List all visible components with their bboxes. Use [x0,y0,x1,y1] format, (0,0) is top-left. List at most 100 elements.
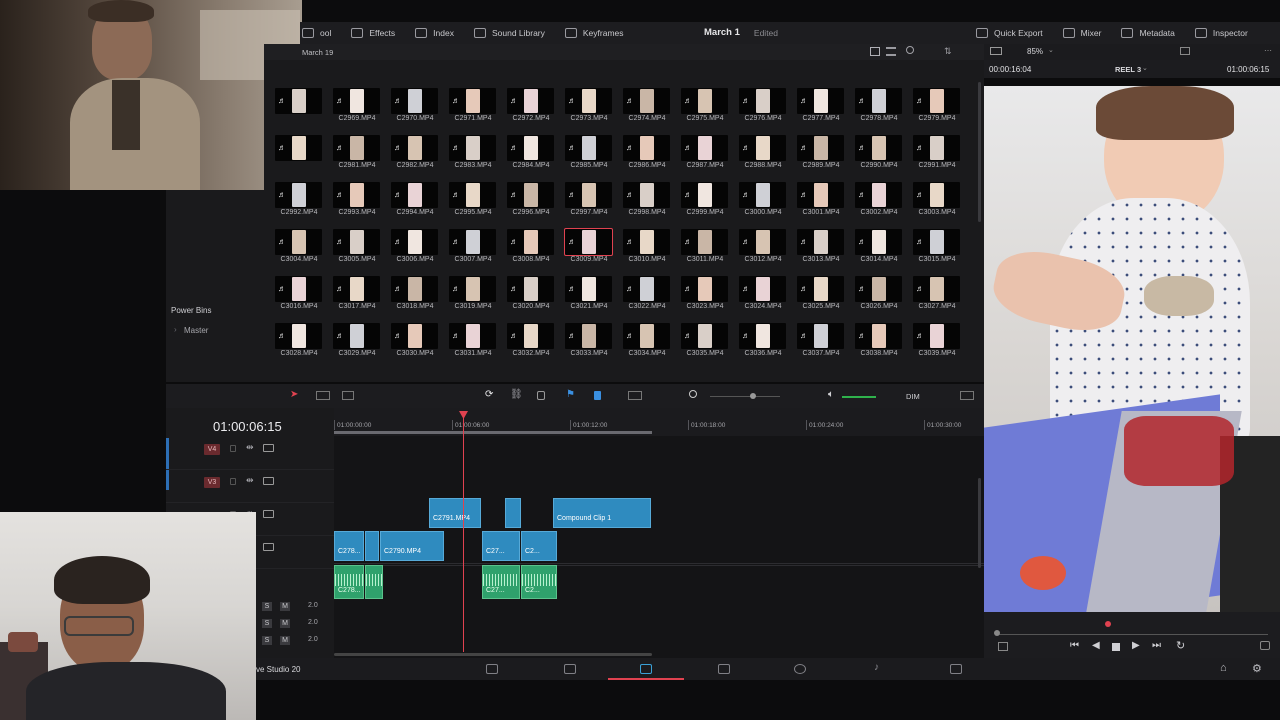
crop-icon[interactable] [998,642,1008,651]
list-view-icon[interactable] [886,47,896,56]
media-clip[interactable]: ♬ C3031.MP4 [446,322,500,366]
media-clip[interactable]: ♬ [272,134,326,178]
timeline-scrollbar[interactable] [334,653,652,656]
media-clip[interactable]: ♬ C2990.MP4 [852,134,906,178]
toolbar-inspector-button[interactable]: Inspector [1194,28,1248,38]
media-clip[interactable]: ♬ C3004.MP4 [272,228,326,272]
selection-tool-icon[interactable]: ➤ [290,389,298,400]
chevron-down-icon[interactable]: ⌄ [1048,46,1054,54]
media-clip[interactable]: ♬ C2970.MP4 [388,87,442,131]
media-clip[interactable]: ♬ C3027.MP4 [910,275,964,319]
stop-icon[interactable] [1112,643,1120,651]
zoom-slider[interactable] [710,396,780,397]
toolbar-keyframes-button[interactable]: Keyframes [564,28,624,38]
media-clip[interactable]: ♬ C3017.MP4 [330,275,384,319]
auto-track-icon[interactable]: ⇹ [246,442,254,453]
flag-icon[interactable]: ⚑ [566,389,575,400]
track-monitor-icon[interactable] [263,477,274,485]
toolbar-metadata-button[interactable]: Metadata [1121,28,1175,38]
timeline-audio-clip[interactable] [365,565,383,599]
timeline-audio-clip[interactable]: C2... [521,565,557,599]
media-clip[interactable]: ♬ C2993.MP4 [330,181,384,225]
toolbar-media-pool-button[interactable]: ool [302,28,331,38]
panel-toggle-icon[interactable] [960,391,974,400]
media-clip[interactable]: ♬ C2991.MP4 [910,134,964,178]
timeline-video-clip[interactable] [365,531,379,561]
toolbar-mixer-button[interactable]: Mixer [1062,28,1101,38]
timeline-video-clip[interactable]: C2791.MP4 [429,498,481,528]
media-clip[interactable]: ♬ C3025.MP4 [794,275,848,319]
reel-selector[interactable]: REEL 3 [1115,65,1141,74]
media-clip[interactable]: ♬ C3006.MP4 [388,228,442,272]
timeline-video-clip[interactable]: C2790.MP4 [380,531,444,561]
media-clip[interactable]: ♬ C2969.MP4 [330,87,384,131]
media-clip[interactable]: ♬ C3007.MP4 [446,228,500,272]
thumbnail-view-icon[interactable] [870,47,880,56]
timeline-video-clip[interactable]: C278... [334,531,364,561]
more-options-icon[interactable]: ⋯ [1264,46,1272,55]
media-clip[interactable]: ♬ C2996.MP4 [504,181,558,225]
media-clip[interactable]: ♬ C3034.MP4 [620,322,674,366]
track-monitor-icon[interactable] [263,444,274,452]
media-clip[interactable]: ♬ C2992.MP4 [272,181,326,225]
media-clip[interactable]: ♬ C3002.MP4 [852,181,906,225]
viewer-options-icon[interactable] [1180,47,1190,55]
timeline-video-clip[interactable]: Compound Clip 1 [553,498,651,528]
media-clip[interactable]: ♬ C3026.MP4 [852,275,906,319]
media-clip[interactable]: ♬ C3005.MP4 [330,228,384,272]
track-monitor-icon[interactable] [263,510,274,518]
chevron-right-icon[interactable]: › [174,325,177,334]
media-clip[interactable]: ♬ C2982.MP4 [388,134,442,178]
mute-button[interactable]: M [280,636,290,645]
media-clip[interactable]: ♬ C2999.MP4 [678,181,732,225]
timeline-audio-clip[interactable]: C27... [482,565,520,599]
media-clip[interactable]: ♬ C3020.MP4 [504,275,558,319]
speaker-icon[interactable]: 🔈︎ [828,389,834,400]
toolbar-quick-export-button[interactable]: Quick Export [976,28,1043,38]
media-clip[interactable]: ♬ C3035.MP4 [678,322,732,366]
skip-back-icon[interactable]: ⏮ [1070,640,1079,651]
play-icon[interactable]: ▶ [1132,640,1140,651]
media-clip[interactable]: ♬ C3022.MP4 [620,275,674,319]
media-clip[interactable]: ♬ C2981.MP4 [330,134,384,178]
media-clip[interactable]: ♬ C3009.MP4 [562,228,616,272]
settings-gear-icon[interactable]: ⚙ [1252,662,1262,675]
media-clip[interactable]: ♬ C2971.MP4 [446,87,500,131]
home-icon[interactable]: ⌂ [1220,662,1227,674]
media-clip[interactable]: ♬ C2974.MP4 [620,87,674,131]
media-clip[interactable]: ♬ C2994.MP4 [388,181,442,225]
media-clip[interactable]: ♬ C3016.MP4 [272,275,326,319]
media-page-icon[interactable] [486,664,498,674]
media-clip[interactable]: ♬ C3010.MP4 [620,228,674,272]
chevron-down-icon[interactable]: ⌄ [1142,64,1148,72]
track-header[interactable]: V3 ⇹ [166,471,334,503]
media-clip[interactable]: ♬ C3018.MP4 [388,275,442,319]
media-clip[interactable]: ♬ C3015.MP4 [910,228,964,272]
media-clip[interactable]: ♬ C3011.MP4 [678,228,732,272]
media-clip[interactable]: ♬ C3036.MP4 [736,322,790,366]
media-clip[interactable]: ♬ C2979.MP4 [910,87,964,131]
timeline-audio-clip[interactable]: C278... [334,565,364,599]
media-clip[interactable]: ♬ C3032.MP4 [504,322,558,366]
media-clip[interactable]: ♬ C3029.MP4 [330,322,384,366]
media-clip[interactable]: ♬ C2997.MP4 [562,181,616,225]
trim-tool-icon[interactable] [316,391,330,400]
viewer-image[interactable] [984,86,1280,612]
skip-forward-icon[interactable]: ⏭ [1152,640,1161,651]
media-clip[interactable]: ♬ C2983.MP4 [446,134,500,178]
media-clip[interactable]: ♬ C2975.MP4 [678,87,732,131]
media-clip[interactable]: ♬ C3000.MP4 [736,181,790,225]
media-clip[interactable]: ♬ C3019.MP4 [446,275,500,319]
media-clip[interactable]: ♬ C2985.MP4 [562,134,616,178]
bin-name[interactable]: March 19 [302,48,333,57]
media-clip[interactable]: ♬ C3023.MP4 [678,275,732,319]
blade-tool-icon[interactable] [342,391,354,400]
media-clip[interactable]: ♬ C3012.MP4 [736,228,790,272]
media-clip[interactable]: ♬ C3013.MP4 [794,228,848,272]
media-clip[interactable]: ♬ C2989.MP4 [794,134,848,178]
lock-icon[interactable] [537,391,545,400]
sort-icon[interactable]: ⇅ [944,46,952,57]
media-clip[interactable]: ♬ C2984.MP4 [504,134,558,178]
track-header[interactable]: V4 ⇹ [166,438,334,470]
media-clip[interactable]: ♬ C3024.MP4 [736,275,790,319]
